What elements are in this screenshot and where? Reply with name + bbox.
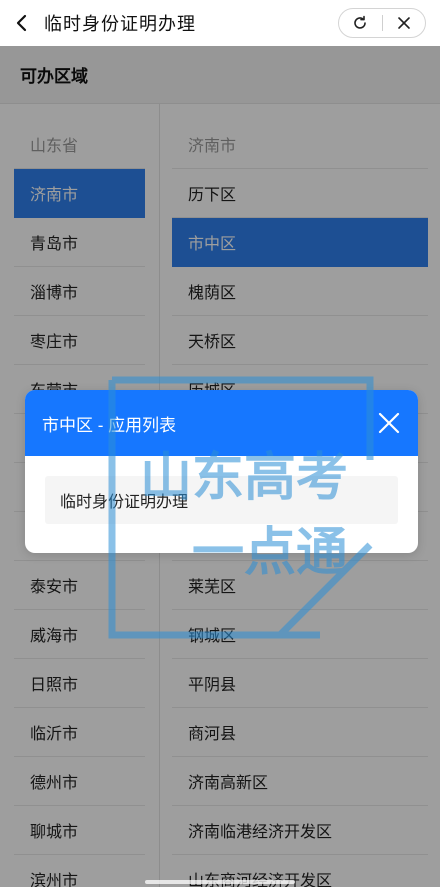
window-capsule (338, 8, 426, 38)
modal-close-button[interactable] (376, 410, 402, 436)
modal-header: 市中区 - 应用列表 (25, 390, 418, 456)
refresh-icon (354, 15, 367, 29)
app-list-modal: 市中区 - 应用列表 临时身份证明办理 (25, 390, 418, 553)
close-button[interactable] (383, 9, 426, 37)
top-bar: 临时身份证明办理 (0, 0, 440, 46)
chevron-left-icon (16, 14, 27, 32)
modal-body: 临时身份证明办理 (25, 456, 418, 544)
app-item[interactable]: 临时身份证明办理 (45, 476, 398, 524)
close-icon (378, 412, 400, 434)
refresh-button[interactable] (339, 9, 382, 37)
home-indicator (145, 880, 295, 884)
back-button[interactable] (0, 0, 44, 46)
page-title: 临时身份证明办理 (44, 14, 196, 34)
modal-title: 市中区 - 应用列表 (42, 415, 177, 435)
close-icon (397, 17, 410, 29)
